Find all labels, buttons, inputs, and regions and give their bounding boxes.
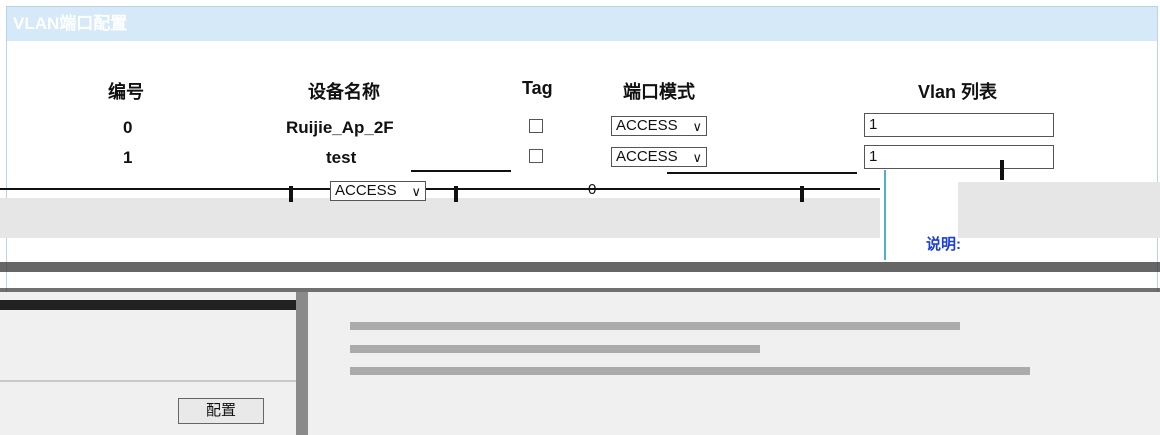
row-1-tag-checkbox[interactable] (529, 149, 543, 163)
row-1-mode-value: ACCESS (616, 148, 678, 165)
config-button[interactable]: 配置 (178, 398, 264, 424)
row-2-vlan-value: 0 (588, 181, 597, 198)
glitch-line (289, 186, 293, 202)
garbled-text-line (350, 345, 760, 353)
panel-title: VLAN端口配置 (7, 7, 1157, 41)
header-vlan-list: Vlan 列表 (918, 82, 998, 102)
row-0-vlan-value: 1 (869, 116, 878, 133)
garbled-text-line (0, 262, 1160, 272)
chevron-down-icon: ∨ (692, 119, 702, 134)
glitch-line (454, 186, 458, 202)
glitch-line (884, 170, 886, 260)
garbled-text-line (350, 367, 1030, 375)
bottom-area (0, 292, 1160, 435)
glitch-line (0, 300, 296, 310)
row-0-vlan-input[interactable]: 1 (864, 113, 1054, 137)
row-0-id: 0 (123, 118, 133, 137)
row-1-vlan-value: 1 (869, 148, 878, 165)
row-0-tag-checkbox[interactable] (529, 119, 543, 133)
row-2-mode-select[interactable]: ACCESS ∨ (330, 181, 426, 201)
row-1-id: 1 (123, 148, 133, 167)
header-device-name: 设备名称 (308, 82, 380, 102)
glitch-line (0, 380, 296, 382)
glitch-line (0, 188, 880, 190)
corrupt-band-left (0, 198, 880, 238)
row-0-mode-select[interactable]: ACCESS ∨ (611, 116, 707, 136)
glitch-line (667, 172, 857, 174)
garbled-text-line (350, 322, 960, 330)
corrupt-band-right (958, 182, 1160, 238)
chevron-down-icon: ∨ (411, 184, 421, 199)
chevron-down-icon: ∨ (692, 150, 702, 165)
header-id: 编号 (108, 82, 144, 102)
glitch-line (411, 170, 511, 172)
bottom-divider (296, 292, 308, 435)
row-1-device-name: test (326, 148, 357, 167)
header-port-mode: 端口模式 (623, 82, 695, 102)
row-0-device-name: Ruijie_Ap_2F (286, 118, 394, 137)
header-tag: Tag (522, 78, 553, 98)
notes-title: 说明: (926, 236, 961, 253)
row-1-vlan-input[interactable]: 1 (864, 145, 1054, 169)
row-2-mode-value: ACCESS (335, 182, 397, 199)
glitch-line (800, 186, 804, 202)
row-1-mode-select[interactable]: ACCESS ∨ (611, 147, 707, 167)
row-0-mode-value: ACCESS (616, 117, 678, 134)
glitch-line (1000, 160, 1004, 180)
